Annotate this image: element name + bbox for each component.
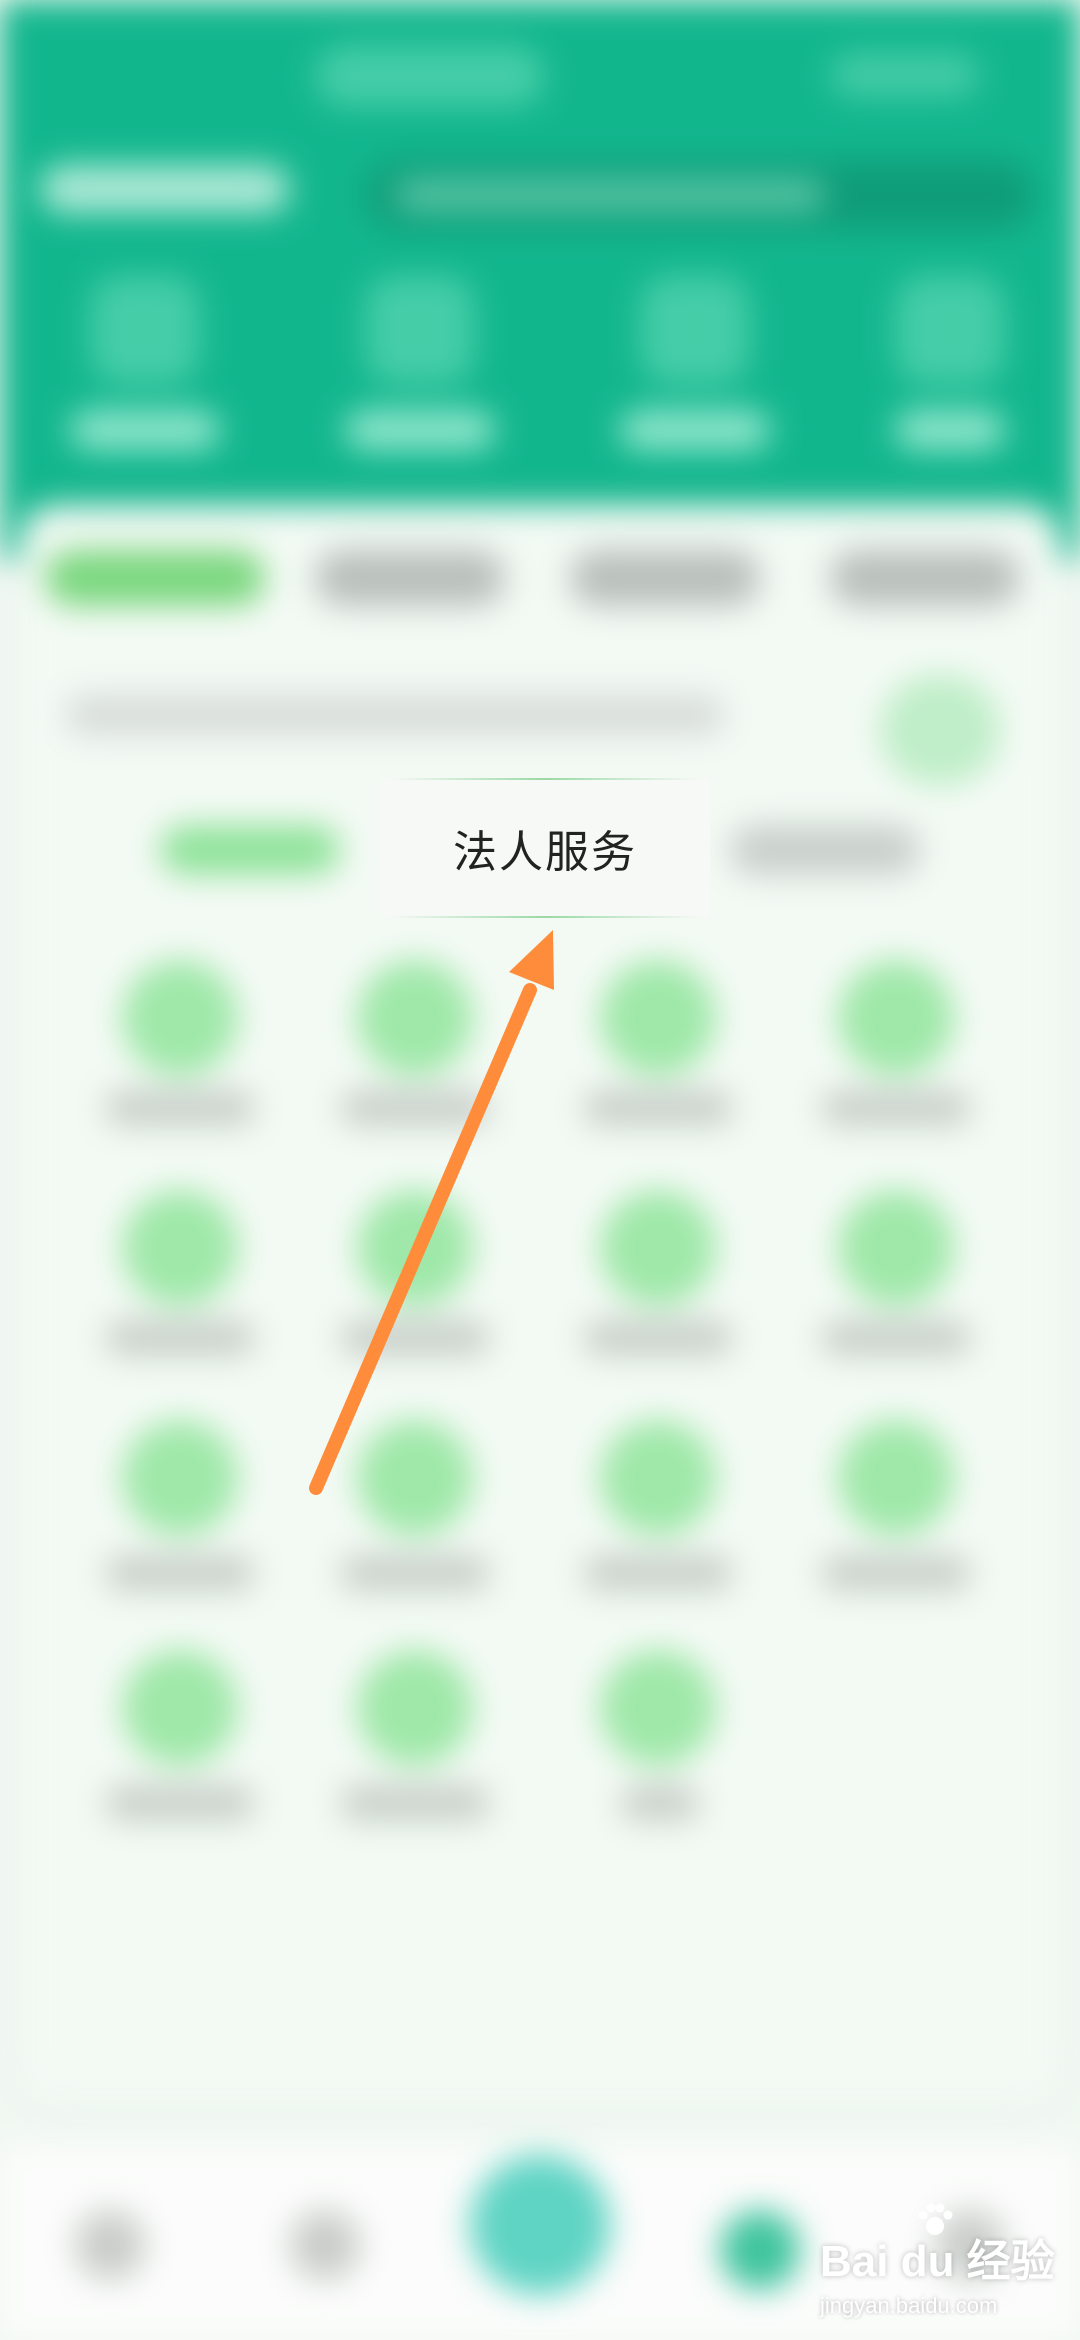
arrow-pointer-icon [309, 930, 554, 1495]
paw-icon [918, 2203, 953, 2235]
watermark-url: jingyan.baidu.com [820, 2293, 998, 2318]
baidu-jingyan-watermark: Bai du 经验 jingyan.baidu.com [820, 2203, 1060, 2335]
